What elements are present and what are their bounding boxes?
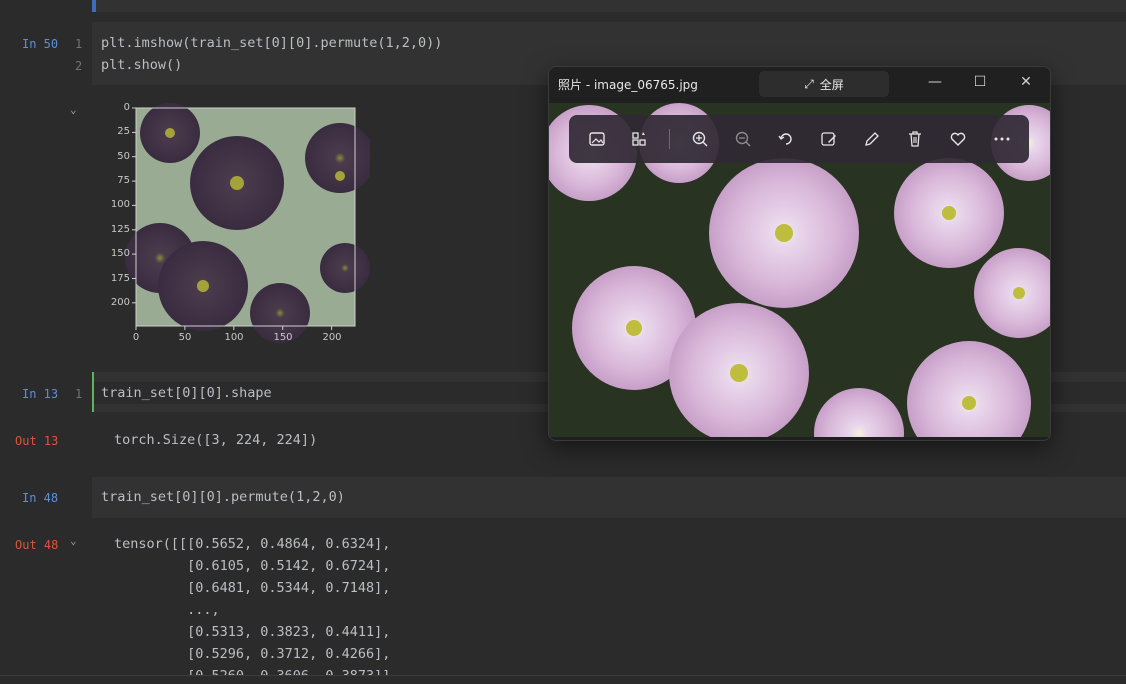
y-tick-label: 0 [123,102,130,113]
cell-marker [92,0,96,12]
x-tick-label: 50 [178,332,192,343]
line-number: 1 [75,37,83,51]
code-line[interactable]: train_set[0][0].shape [101,385,272,401]
tensor-output-line: tensor([[[0.5652, 0.4864, 0.6324], [114,536,391,552]
y-tick-label: 175 [110,273,130,284]
delete-icon[interactable] [894,121,937,157]
output-prompt: Out 13 [15,434,59,448]
tensor-output-line: ..., [114,602,220,618]
y-tick-label: 75 [117,175,130,186]
collapse-output-chevron-icon[interactable]: ⌄ [70,103,77,116]
imshow-plot-svg [125,103,375,343]
collapse-output-chevron-icon[interactable]: ⌄ [70,534,77,547]
tensor-output-line: [0.5296, 0.3712, 0.4266], [114,646,391,662]
favorite-icon[interactable] [937,121,980,157]
image-icon[interactable] [575,121,618,157]
x-tick-label: 100 [224,332,244,343]
photos-window[interactable]: 照片 - image_06765.jpg ⤢ 全屏 — ☐ ✕ [548,66,1051,441]
cell-output: torch.Size([3, 224, 224]) [114,432,318,448]
fullscreen-label: 全屏 [819,77,844,92]
tensor-output-line: [0.5313, 0.3823, 0.4411], [114,624,391,640]
output-plot: 0 25 50 75 100 125 150 175 200 0 50 100 … [100,98,375,348]
tensor-output-line: [0.6105, 0.5142, 0.6724], [114,558,391,574]
cell-prompt: In 48 [22,491,59,505]
draw-icon[interactable] [851,121,894,157]
y-tick-label: 150 [110,248,130,259]
line-number: 1 [75,387,83,401]
minimize-button[interactable]: — [915,67,955,97]
x-tick-label: 200 [322,332,342,343]
zoom-out-icon[interactable] [721,121,764,157]
code-line[interactable]: plt.show() [101,57,182,73]
window-title: 照片 - image_06765.jpg [558,78,698,92]
x-tick-label: 0 [132,332,140,343]
tensor-output-line: [0.6481, 0.5344, 0.7148], [114,580,391,596]
more-icon[interactable] [980,121,1023,157]
toolbar-separator [669,129,671,149]
y-tick-label: 50 [117,151,130,162]
line-number: 2 [75,59,83,73]
photo-toolbar [569,115,1029,163]
expand-icon: ⤢ [804,76,814,91]
edit-image-icon[interactable] [808,121,851,157]
zoom-in-icon[interactable] [678,121,721,157]
x-tick-label: 150 [273,332,293,343]
code-line[interactable]: plt.imshow(train_set[0][0].permute(1,2,0… [101,35,442,51]
y-tick-label: 25 [117,126,130,137]
y-tick-label: 100 [110,199,130,210]
y-tick-label: 125 [110,224,130,235]
close-button[interactable]: ✕ [1006,67,1046,97]
code-line[interactable]: train_set[0][0].permute(1,2,0) [101,489,345,505]
collection-icon[interactable] [618,121,661,157]
output-prompt: Out 48 [15,538,59,552]
fullscreen-button[interactable]: ⤢ 全屏 [759,71,889,97]
cell-prompt: In 13 [22,387,59,401]
rotate-icon[interactable] [764,121,807,157]
previous-cell-strip [92,0,1126,12]
maximize-button[interactable]: ☐ [960,67,1000,97]
cell-prompt: In 50 [22,37,59,51]
y-tick-label: 200 [110,297,130,308]
